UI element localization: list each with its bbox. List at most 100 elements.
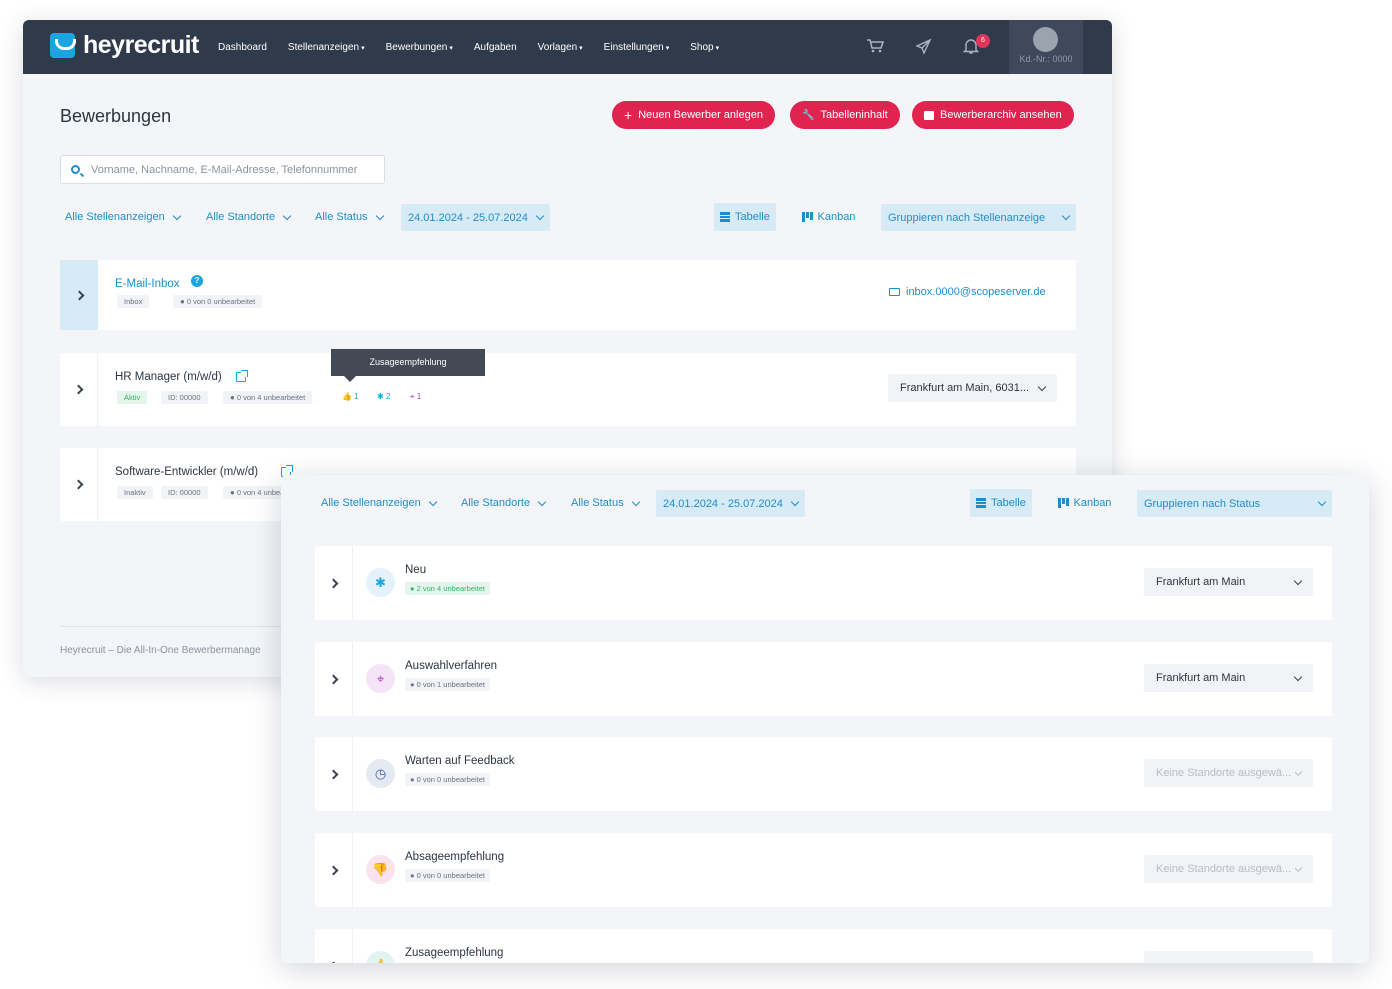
help-icon[interactable]: ?: [191, 275, 203, 287]
caret-down-icon: ▾: [715, 44, 720, 52]
location-select[interactable]: Frankfurt am Main: [1144, 664, 1313, 692]
view-table-button[interactable]: Tabelle: [714, 203, 776, 231]
logo[interactable]: heyrecruit: [50, 33, 199, 58]
caret-down-icon: ▾: [449, 44, 453, 52]
chevron-down-icon: [428, 497, 437, 506]
search-field[interactable]: [60, 155, 385, 184]
view-table-button[interactable]: Tabelle: [970, 489, 1032, 517]
status-count: ● 0 von 0 unbearbeitet: [405, 869, 491, 882]
expand-status-button[interactable]: [315, 737, 353, 811]
thumbs-up-icon: 👍: [366, 951, 395, 963]
inbox-title[interactable]: E-Mail-Inbox: [115, 278, 180, 290]
chevron-down-icon: [631, 497, 640, 506]
chevron-right-icon: [328, 674, 339, 684]
caret-down-icon: ▾: [665, 44, 670, 52]
chevron-down-icon: [537, 497, 547, 506]
filter-locations[interactable]: Alle Standorte: [461, 497, 547, 509]
status-name[interactable]: Absageempfehlung: [405, 851, 504, 863]
chevron-down-icon: [282, 211, 292, 220]
chevron-right-icon: [73, 384, 84, 395]
person-icon: ●: [410, 584, 415, 593]
view-kanban-button[interactable]: Kanban: [1052, 489, 1117, 517]
notification-badge: 6: [976, 34, 990, 48]
location-select[interactable]: Keine Standorte ausgewä...: [1144, 759, 1313, 787]
external-link-icon[interactable]: [236, 370, 248, 382]
location-select[interactable]: [1144, 951, 1313, 963]
search-input[interactable]: [89, 162, 379, 177]
table-content-button[interactable]: 🔧 Tabelleninhalt: [790, 101, 900, 129]
person-icon: ●: [180, 297, 185, 306]
person-icon: ●: [410, 680, 415, 689]
chevron-down-icon: [1293, 576, 1303, 585]
status-group-card: ⌖ Auswahlverfahren ● 0 von 1 unbearbeite…: [315, 642, 1332, 716]
clock-icon: ◷: [366, 759, 395, 788]
expand-status-button[interactable]: [315, 546, 353, 620]
job-card: HR Manager (m/w/d) Aktiv ID: 00000 ● 0 vo…: [60, 353, 1076, 426]
filter-date-range[interactable]: 24.01.2024 - 25.07.2024: [656, 490, 805, 517]
crosshair-icon: ⌖: [410, 392, 415, 401]
filter-jobs[interactable]: Alle Stellenanzeigen: [65, 211, 181, 223]
filter-status[interactable]: Alle Status: [571, 497, 640, 509]
nav-shop[interactable]: Shop ▾: [690, 42, 719, 53]
kanban-icon: [802, 212, 813, 222]
new-applicant-button[interactable]: + Neuen Bewerber anlegen: [612, 101, 775, 129]
location-select[interactable]: Keine Standorte ausgewä...: [1144, 855, 1313, 883]
nav-dashboard[interactable]: Dashboard: [218, 42, 267, 53]
status-name[interactable]: Neu: [405, 564, 426, 576]
status-group-card: ✱ Neu ● 2 von 4 unbearbeitet Frankfurt a…: [315, 546, 1332, 620]
status-name[interactable]: Auswahlverfahren: [405, 660, 497, 672]
stat-recommend[interactable]: 👍 1: [342, 392, 359, 401]
send-icon[interactable]: [914, 38, 932, 56]
stat-selection[interactable]: ⌖ 1: [410, 392, 421, 402]
chevron-right-icon: [328, 578, 339, 588]
view-kanban-button[interactable]: Kanban: [796, 203, 861, 231]
filter-status[interactable]: Alle Status: [315, 211, 384, 223]
logo-icon: [50, 33, 76, 58]
job-title[interactable]: Software-Entwickler (m/w/d): [115, 466, 258, 478]
job-title[interactable]: HR Manager (m/w/d): [115, 371, 222, 383]
status-group-card: ◷ Warten auf Feedback ● 0 von 0 unbearbe…: [315, 737, 1332, 811]
filter-date-range[interactable]: 24.01.2024 - 25.07.2024: [401, 204, 550, 231]
nav-aufgaben[interactable]: Aufgaben: [474, 42, 517, 53]
archive-button[interactable]: Bewerberarchiv ansehen: [912, 101, 1074, 129]
expand-status-button[interactable]: [315, 929, 353, 963]
page-title: Bewerbungen: [60, 106, 172, 126]
job-count: ● 0 von 4 unbearbeitet: [223, 391, 313, 404]
filter-locations[interactable]: Alle Standorte: [206, 211, 292, 223]
cart-icon[interactable]: [866, 38, 885, 56]
expand-status-button[interactable]: [315, 833, 353, 907]
location-select[interactable]: Frankfurt am Main: [1144, 568, 1313, 596]
status-name[interactable]: Zusageempfehlung: [405, 947, 503, 959]
person-icon: ●: [230, 488, 235, 497]
expand-job-button[interactable]: [60, 448, 98, 521]
chevron-down-icon: [1061, 211, 1071, 221]
stat-new[interactable]: ✱ 2: [377, 392, 390, 401]
job-id: ID: 00000: [161, 486, 208, 499]
chevron-down-icon: [1294, 767, 1303, 776]
status-name[interactable]: Warten auf Feedback: [405, 755, 515, 767]
nav-stellenanzeigen[interactable]: Stellenanzeigen ▾: [288, 42, 365, 53]
filter-jobs[interactable]: Alle Stellenanzeigen: [321, 497, 437, 509]
kanban-icon: [1058, 498, 1069, 508]
chevron-down-icon: [1317, 497, 1327, 507]
group-by-select[interactable]: Gruppieren nach Stellenanzeige: [881, 204, 1076, 231]
expand-job-button[interactable]: [60, 353, 98, 426]
chevron-right-icon: [328, 865, 339, 875]
group-by-select[interactable]: Gruppieren nach Status: [1137, 490, 1332, 517]
status-count: ● 0 von 0 unbearbeitet: [405, 773, 491, 786]
inbox-count: ● 0 von 0 unbearbeitet: [173, 295, 263, 308]
envelope-icon: [889, 288, 900, 296]
caret-down-icon: ▾: [579, 44, 583, 52]
nav-vorlagen[interactable]: Vorlagen ▾: [538, 42, 583, 53]
expand-status-button[interactable]: [315, 642, 353, 716]
plus-icon: +: [624, 107, 633, 123]
location-select[interactable]: Frankfurt am Main, 6031...: [888, 374, 1057, 402]
person-icon: ●: [410, 871, 415, 880]
archive-icon: [924, 110, 934, 120]
nav-einstellungen[interactable]: Einstellungen ▾: [604, 42, 670, 53]
expand-inbox-button[interactable]: [60, 260, 98, 330]
inbox-email-link[interactable]: inbox.0000@scopeserver.de: [889, 286, 1046, 298]
inbox-card: E-Mail-Inbox ? Inbox ● 0 von 0 unbearbeit…: [60, 260, 1076, 330]
account-menu[interactable]: Kd.-Nr.: 0000: [1009, 20, 1083, 74]
nav-bewerbungen[interactable]: Bewerbungen ▾: [386, 42, 453, 53]
